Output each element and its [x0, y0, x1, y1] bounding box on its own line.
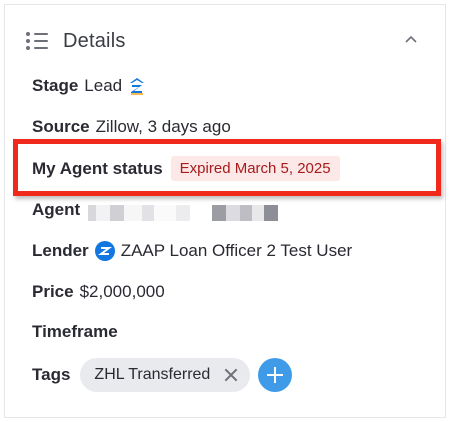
timeframe-label: Timeframe [32, 322, 118, 341]
zillow-logo-icon [128, 77, 146, 95]
timeframe-row: Timeframe [32, 322, 124, 342]
tags-row: Tags ZHL Transferred [32, 358, 293, 392]
price-label: Price [32, 282, 74, 301]
lender-row: Lender ZAAP Loan Officer 2 Test User [32, 241, 352, 261]
redacted-agent-name [88, 202, 279, 221]
agent-row: Agent [32, 200, 279, 221]
details-header[interactable]: Details [26, 28, 431, 54]
list-icon [26, 30, 50, 52]
stage-row: Stage Lead [32, 76, 146, 96]
source-row: Source Zillow, 3 days ago [32, 117, 231, 137]
price-row: Price $2,000,000 [32, 282, 165, 302]
annotation-highlight-box [13, 139, 441, 196]
agent-label: Agent [32, 200, 81, 219]
tags-label: Tags [32, 365, 71, 384]
details-title: Details [63, 29, 126, 52]
zillow-circle-icon [94, 241, 115, 261]
source-value: Zillow, 3 days ago [95, 117, 231, 136]
stage-value: Lead [84, 76, 123, 95]
lender-value: ZAAP Loan Officer 2 Test User [120, 241, 353, 260]
source-label: Source [32, 117, 90, 136]
tag-chip[interactable]: ZHL Transferred [80, 358, 251, 392]
close-icon[interactable] [224, 368, 238, 382]
lender-label: Lender [32, 241, 89, 260]
price-value: $2,000,000 [79, 282, 165, 301]
tag-chip-label: ZHL Transferred [94, 366, 211, 383]
chevron-up-icon[interactable] [405, 34, 417, 46]
stage-label: Stage [32, 76, 79, 95]
add-tag-button[interactable] [258, 358, 293, 392]
